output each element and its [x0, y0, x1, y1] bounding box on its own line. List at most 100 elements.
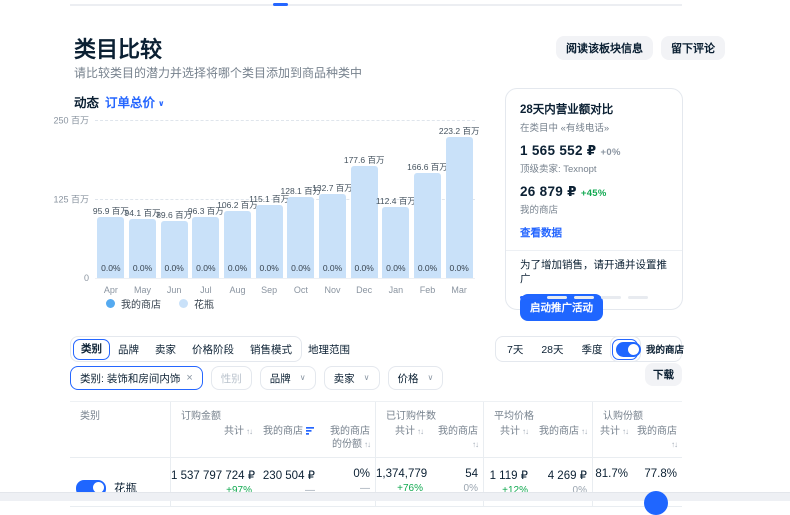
table-sort-header[interactable]: 共计↑↓ [483, 423, 533, 457]
filter-tab-0[interactable]: 类别 [73, 339, 110, 360]
x-axis-tick-label: Feb [420, 285, 436, 295]
table-group-header-row: 类别订购金额已订购件数平均价格认购份额 [70, 401, 682, 423]
chart-legend: 我的商店 花瓶 [106, 296, 214, 311]
cell-value: 230 504 ₽ [257, 468, 315, 482]
table-sort-header[interactable]: 我的商店的份额↑↓ [320, 423, 375, 457]
header-buttons: 阅读该板块信息 留下评论 [556, 36, 725, 60]
chart-gridline [95, 120, 475, 121]
bar-share-label: 0.0% [291, 263, 310, 273]
table-sort-header[interactable]: 我的商店 ↑↓ [428, 423, 483, 457]
mystore-turnover-value: 26 879 ₽+45% [520, 184, 668, 200]
card-carousel-dots [520, 296, 648, 299]
leave-comment-button[interactable]: 留下评论 [661, 36, 725, 60]
y-axis-tick-label: 0 [84, 273, 95, 283]
chat-fab-button[interactable] [644, 491, 668, 515]
column-label: 我的商店 [263, 426, 303, 437]
store-toggle[interactable] [616, 342, 641, 357]
chip-label: 类别: 装饰和房间内饰 [80, 371, 180, 386]
filter-tab-5[interactable]: 地理范围 [300, 342, 358, 357]
filter-chip-0[interactable]: 类别: 装饰和房间内饰 × [70, 366, 203, 390]
chart-bar[interactable] [351, 166, 378, 278]
x-axis-tick-label: Nov [324, 285, 340, 295]
carousel-dot[interactable] [520, 296, 540, 299]
x-axis-tick-label: Apr [104, 285, 118, 295]
sort-arrows-icon: ↑↓ [246, 427, 252, 436]
legend-dot-icon [179, 299, 188, 308]
carousel-dot[interactable] [601, 296, 621, 299]
carousel-dot[interactable] [547, 296, 567, 299]
chevron-down-icon: ∨ [300, 373, 306, 382]
chart-plot: 250 百万125 百万095.9 百万0.0%Apr94.1 百万0.0%Ma… [95, 120, 475, 278]
legend-label: 我的商店 [121, 296, 161, 311]
active-tab-indicator [273, 3, 288, 6]
bar-share-label: 0.0% [101, 263, 120, 273]
filter-chip-2[interactable]: 品牌 ∨ [260, 366, 316, 390]
table-group-header-1: 已订购件数 [375, 402, 483, 423]
carousel-dot[interactable] [628, 296, 648, 299]
cell-value: 4 269 ₽ [533, 468, 587, 482]
column-label: 我的商店 [438, 426, 478, 437]
period-option-2[interactable]: 季度 [573, 342, 612, 357]
card-divider [506, 250, 682, 251]
chip-label: 品牌 [270, 371, 291, 386]
filter-chip-1: 性别 [211, 366, 252, 390]
chart-bar[interactable] [446, 137, 473, 278]
period-option-1[interactable]: 28天 [532, 342, 572, 357]
table-sort-header[interactable]: 我的商店↑↓ [633, 423, 682, 457]
sort-arrows-icon: ↑↓ [522, 427, 528, 436]
chevron-down-icon: ∨ [428, 373, 434, 382]
cell-value: 54 [428, 468, 478, 480]
carousel-dot[interactable] [574, 296, 594, 299]
bar-value-label: 112.4 百万 [376, 195, 416, 207]
read-section-info-button[interactable]: 阅读该板块信息 [556, 36, 653, 60]
table-sort-header[interactable]: 我的商店↑↓ [533, 423, 592, 457]
bar-share-label: 0.0% [323, 263, 342, 273]
column-label: 共计 [500, 426, 520, 437]
chip-label: 价格 [398, 371, 419, 386]
bar-share-label: 0.0% [259, 263, 278, 273]
bar-value-label: 177.6 百万 [344, 154, 385, 166]
bar-value-label: 95.9 百万 [93, 205, 129, 217]
metric-dropdown[interactable]: 订单总价∨ [105, 96, 165, 110]
bar-value-label: 94.1 百万 [125, 207, 161, 219]
view-data-link[interactable]: 查看数据 [520, 225, 562, 240]
y-axis-tick-label: 125 百万 [53, 193, 95, 206]
filter-chip-3[interactable]: 卖家 ∨ [324, 366, 380, 390]
table-sort-header[interactable]: 我的商店 [257, 423, 320, 457]
table-sort-header[interactable]: 共计↑↓ [170, 423, 257, 457]
cell-value: 1,374,779 [376, 468, 423, 480]
filter-tab-2[interactable]: 卖家 [147, 342, 184, 357]
x-axis-line [95, 278, 475, 279]
x-axis-tick-label: May [134, 285, 151, 295]
y-axis-tick-label: 250 百万 [53, 114, 95, 127]
cell-value: 1 537 797 724 ₽ [171, 468, 252, 482]
sort-arrows-icon: ↑↓ [671, 440, 677, 449]
close-icon[interactable]: × [186, 373, 192, 384]
table-group-header-2: 平均价格 [483, 402, 592, 423]
mystore-delta: +45% [581, 188, 607, 199]
period-option-0[interactable]: 7天 [498, 342, 532, 357]
column-label: 共计 [600, 426, 620, 437]
x-axis-tick-label: Jun [167, 285, 182, 295]
store-toggle-label: 我的商店 [646, 342, 684, 356]
bar-share-label: 0.0% [164, 263, 183, 273]
page-subtitle: 请比较类目的潜力并选择将哪个类目添加到商品种类中 [74, 64, 362, 81]
filter-chips: 类别: 装饰和房间内饰 × 性别 品牌 ∨ 卖家 ∨ 价格 ∨ [70, 366, 443, 390]
chevron-down-icon: ∨ [364, 373, 370, 382]
filter-chip-4[interactable]: 价格 ∨ [388, 366, 444, 390]
x-axis-tick-label: Jan [389, 285, 404, 295]
metric-row: 动态订单总价∨ [74, 92, 165, 111]
filter-tab-3[interactable]: 价格阶段 [184, 342, 242, 357]
column-label: 共计 [224, 426, 244, 437]
top-tabbar-border [70, 4, 682, 6]
column-label: 共计 [395, 426, 415, 437]
table-sort-header[interactable]: 共计↑↓ [375, 423, 428, 457]
sort-arrows-icon: ↑↓ [472, 440, 478, 449]
download-button[interactable]: 下载 [645, 363, 682, 386]
chip-label: 卖家 [334, 371, 355, 386]
table-sort-header[interactable]: 共计↑↓ [592, 423, 633, 457]
filter-tab-1[interactable]: 品牌 [110, 342, 147, 357]
legend-item: 花瓶 [179, 296, 214, 311]
bar-share-label: 0.0% [228, 263, 247, 273]
filter-tab-4[interactable]: 销售模式 [242, 342, 300, 357]
